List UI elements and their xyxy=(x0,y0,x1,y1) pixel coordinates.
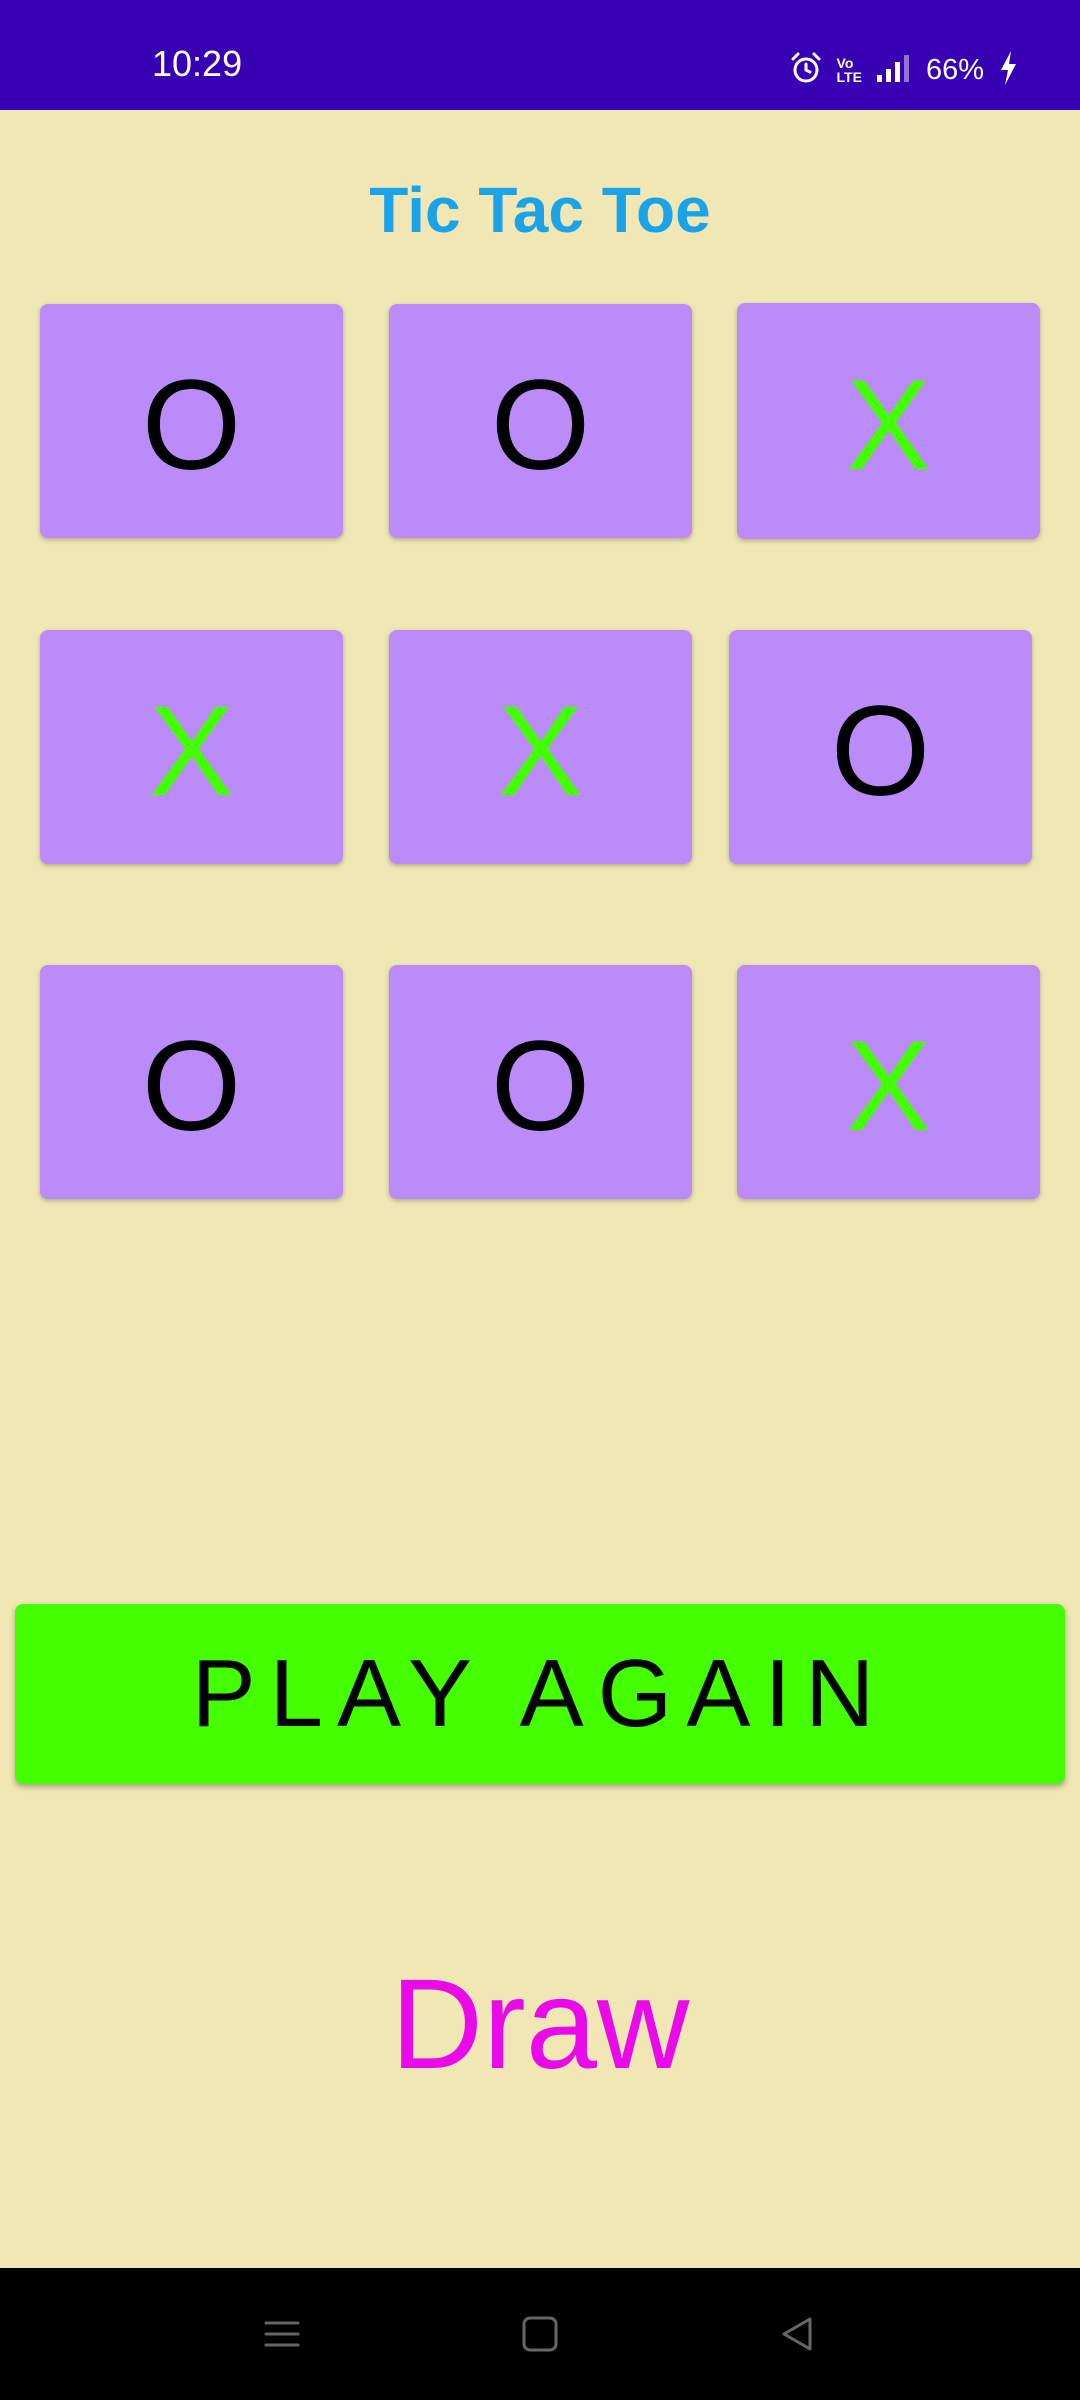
cell-mark: X xyxy=(497,680,584,823)
app-title: Tic Tac Toe xyxy=(369,174,711,246)
cell-mark: X xyxy=(148,680,235,823)
volte-label-top: Vo xyxy=(836,55,854,71)
back-icon[interactable] xyxy=(768,2304,828,2364)
status-icons: Vo LTE 66% xyxy=(789,50,1018,91)
cell-mark: X xyxy=(845,1015,932,1158)
cell-mark: O xyxy=(490,354,591,497)
status-time: 10:29 xyxy=(152,43,243,84)
cell-mark: X xyxy=(845,354,932,497)
play-again-button[interactable]: PLAY AGAIN xyxy=(15,1604,1065,1784)
board-cell-8[interactable]: O xyxy=(389,965,692,1199)
battery-charging-icon xyxy=(998,50,1018,91)
board-cell-5[interactable]: X xyxy=(389,630,692,864)
volte-label-bottom: LTE xyxy=(836,69,862,85)
board-cell-6[interactable]: O xyxy=(729,630,1032,864)
battery-percentage: 66% xyxy=(925,53,984,86)
home-icon[interactable] xyxy=(510,2304,570,2364)
cell-mark: O xyxy=(141,1015,242,1158)
board-cell-1[interactable]: O xyxy=(40,304,343,538)
game-result: Draw xyxy=(390,1953,690,2096)
volte-icon: Vo LTE xyxy=(837,56,862,84)
cell-mark: O xyxy=(141,354,242,497)
signal-icon xyxy=(876,53,912,88)
cell-mark: O xyxy=(830,680,931,823)
alarm-icon xyxy=(789,51,823,90)
cell-mark: O xyxy=(490,1015,591,1158)
board-cell-9[interactable]: X xyxy=(737,965,1040,1199)
recents-icon[interactable] xyxy=(252,2304,312,2364)
board-cell-2[interactable]: O xyxy=(389,304,692,538)
navigation-bar xyxy=(0,2268,1080,2400)
board-cell-4[interactable]: X xyxy=(40,630,343,864)
status-bar: 10:29 Vo LTE 66% xyxy=(0,0,1080,110)
board-cell-3[interactable]: X xyxy=(737,303,1040,539)
board-cell-7[interactable]: O xyxy=(40,965,343,1199)
